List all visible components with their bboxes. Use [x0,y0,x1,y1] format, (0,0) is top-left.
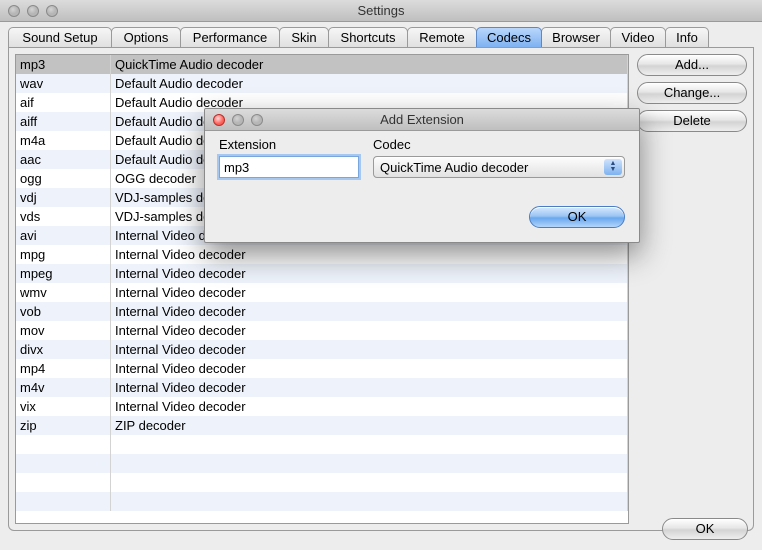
extension-label: Extension [219,137,359,152]
tab-shortcuts[interactable]: Shortcuts [328,27,408,47]
traffic-lights [8,5,58,17]
table-row [16,454,628,473]
ext-cell: m4a [16,131,111,150]
ext-cell: vds [16,207,111,226]
close-icon[interactable] [8,5,20,17]
change-button[interactable]: Change... [637,82,747,104]
chevron-up-down-icon: ▲▼ [604,159,622,175]
dialog-title: Add Extension [205,112,639,127]
zoom-icon [251,114,263,126]
table-row[interactable]: wavDefault Audio decoder [16,74,628,93]
codec-cell: QuickTime Audio decoder [111,55,628,74]
codec-select[interactable]: QuickTime Audio decoder ▲▼ [373,156,625,178]
window-footer: OK [662,518,748,540]
table-row[interactable]: mp4Internal Video decoder [16,359,628,378]
table-row[interactable]: mpgInternal Video decoder [16,245,628,264]
codec-cell: Internal Video decoder [111,302,628,321]
codec-cell: Internal Video decoder [111,245,628,264]
add-extension-dialog: Add Extension Extension Codec QuickTime … [204,108,640,243]
window-titlebar: Settings [0,0,762,22]
ext-cell: aac [16,150,111,169]
tab-info[interactable]: Info [665,27,709,47]
add-button[interactable]: Add... [637,54,747,76]
tab-performance[interactable]: Performance [180,27,280,47]
table-row[interactable]: vixInternal Video decoder [16,397,628,416]
dialog-footer: OK [219,206,625,228]
window-title: Settings [0,3,762,18]
codec-cell: Internal Video decoder [111,359,628,378]
table-row[interactable]: divxInternal Video decoder [16,340,628,359]
tab-sound-setup[interactable]: Sound Setup [8,27,112,47]
codec-cell: Internal Video decoder [111,397,628,416]
codec-cell: Internal Video decoder [111,378,628,397]
table-row[interactable]: wmvInternal Video decoder [16,283,628,302]
ext-cell: vix [16,397,111,416]
dialog-traffic-lights [213,114,263,126]
zoom-icon[interactable] [46,5,58,17]
codec-cell: Internal Video decoder [111,264,628,283]
minimize-icon[interactable] [27,5,39,17]
dialog-titlebar: Add Extension [205,109,639,131]
close-icon[interactable] [213,114,225,126]
extension-group: Extension [219,137,359,178]
ext-cell: zip [16,416,111,435]
table-row [16,435,628,454]
extension-input[interactable] [219,156,359,178]
ext-cell: m4v [16,378,111,397]
ext-cell: mp4 [16,359,111,378]
table-row[interactable]: movInternal Video decoder [16,321,628,340]
codec-group: Codec QuickTime Audio decoder ▲▼ [373,137,625,178]
codec-cell: Default Audio decoder [111,74,628,93]
tab-options[interactable]: Options [111,27,181,47]
table-row[interactable]: vobInternal Video decoder [16,302,628,321]
table-row [16,473,628,492]
dialog-body: Extension Codec QuickTime Audio decoder … [205,131,639,242]
ext-cell: mov [16,321,111,340]
codec-cell: Internal Video decoder [111,283,628,302]
tab-codecs[interactable]: Codecs [476,27,542,47]
ext-cell: mpg [16,245,111,264]
ext-cell: mp3 [16,55,111,74]
table-row [16,492,628,511]
codec-cell: Internal Video decoder [111,321,628,340]
table-row[interactable]: m4vInternal Video decoder [16,378,628,397]
codec-cell: ZIP decoder [111,416,628,435]
side-buttons: Add... Change... Delete [637,54,747,524]
window-ok-button[interactable]: OK [662,518,748,540]
table-row[interactable]: mpegInternal Video decoder [16,264,628,283]
ext-cell: avi [16,226,111,245]
table-row[interactable]: mp3QuickTime Audio decoder [16,55,628,74]
codec-select-value: QuickTime Audio decoder [380,160,528,175]
ext-cell: divx [16,340,111,359]
delete-button[interactable]: Delete [637,110,747,132]
ext-cell: wav [16,74,111,93]
codec-cell: Internal Video decoder [111,340,628,359]
tab-remote[interactable]: Remote [407,27,477,47]
tab-bar: Sound SetupOptionsPerformanceSkinShortcu… [8,27,754,47]
ext-cell: vdj [16,188,111,207]
tab-browser[interactable]: Browser [541,27,611,47]
codec-label: Codec [373,137,625,152]
table-row[interactable]: zipZIP decoder [16,416,628,435]
ext-cell: wmv [16,283,111,302]
tab-video[interactable]: Video [610,27,666,47]
ext-cell: ogg [16,169,111,188]
dialog-ok-button[interactable]: OK [529,206,625,228]
tab-skin[interactable]: Skin [279,27,329,47]
ext-cell: aif [16,93,111,112]
ext-cell: vob [16,302,111,321]
ext-cell: aiff [16,112,111,131]
ext-cell: mpeg [16,264,111,283]
minimize-icon [232,114,244,126]
